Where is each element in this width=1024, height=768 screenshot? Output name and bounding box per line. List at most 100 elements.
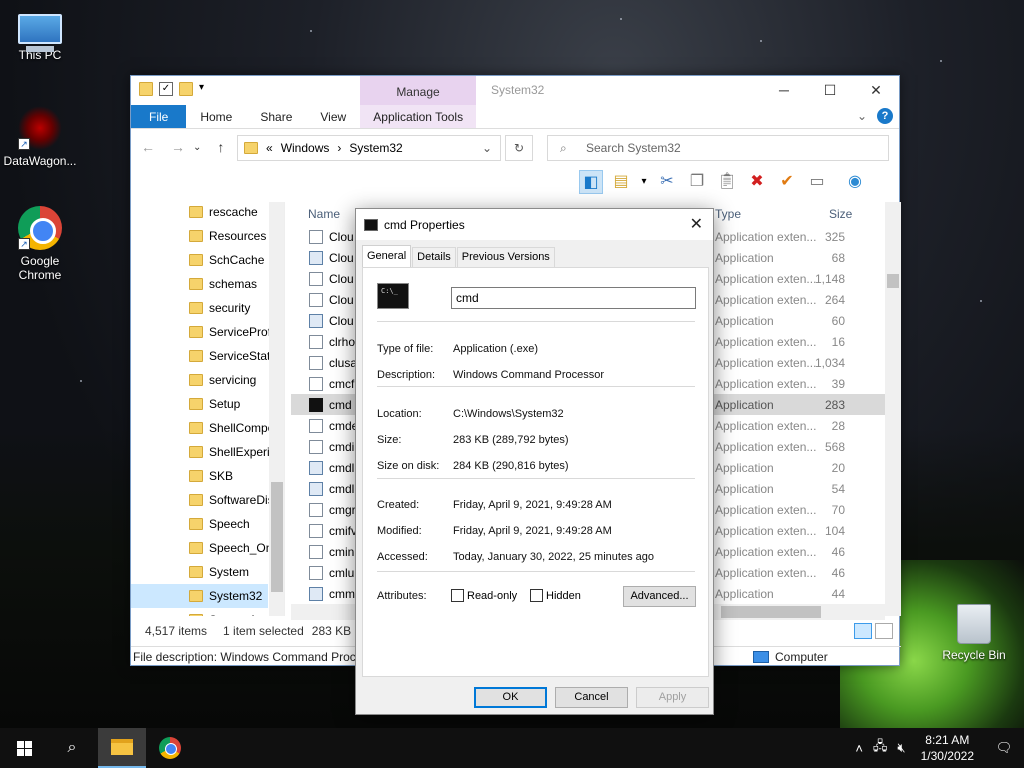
vertical-scrollbar-thumb[interactable] (887, 274, 899, 288)
search-button[interactable]: ⌕ (48, 728, 96, 768)
breadcrumb-system32[interactable]: System32 (349, 141, 402, 155)
column-type[interactable]: Type (715, 202, 829, 226)
tab-home[interactable]: Home (186, 105, 246, 128)
nav-item[interactable]: Speech_One (131, 536, 279, 560)
forward-arrow-icon[interactable]: → (171, 139, 185, 155)
new-item-dropdown-icon[interactable]: ▾ (639, 170, 649, 194)
checkbox-box[interactable] (451, 589, 464, 602)
preview-pane-icon[interactable]: ◧ (579, 170, 603, 194)
tab-file[interactable]: File (131, 105, 187, 128)
nav-item[interactable]: SchCache (131, 248, 268, 272)
nav-item[interactable]: System (131, 560, 268, 584)
dialog-close-icon[interactable]: ✕ (690, 214, 703, 234)
details-view-icon[interactable] (854, 623, 872, 639)
hidden-checkbox[interactable]: Hidden (530, 589, 581, 602)
nav-item-label: Resources (209, 229, 267, 243)
readonly-checkbox[interactable]: Read-only (451, 589, 517, 602)
up-arrow-icon[interactable]: ↑ (217, 139, 224, 155)
refresh-button[interactable]: ↻ (505, 135, 533, 161)
nav-item[interactable]: SystemApps (131, 608, 276, 616)
tab-previous-versions[interactable]: Previous Versions (456, 247, 555, 267)
nav-item[interactable]: rescache (131, 202, 268, 224)
network-icon[interactable]: 🖧︎ (868, 737, 893, 759)
nav-item[interactable]: servicing (131, 368, 268, 392)
tab-details[interactable]: Details (412, 247, 456, 267)
nav-item[interactable]: ServiceProfi (131, 320, 274, 344)
breadcrumb-overflow[interactable]: « (266, 141, 273, 155)
this-pc-icon (18, 14, 62, 52)
properties-icon[interactable]: ▭ (805, 170, 829, 194)
navigation-pane: rescache Resources SchCache schemas security… (131, 202, 285, 616)
tab-general[interactable]: General (362, 245, 412, 267)
folder-icon (189, 302, 203, 314)
nav-item[interactable]: Setup (131, 392, 268, 416)
nav-scrollbar-thumb[interactable] (271, 482, 283, 592)
nav-item[interactable]: System32 (131, 584, 268, 608)
large-icons-view-icon[interactable] (875, 623, 893, 639)
start-button[interactable] (0, 728, 48, 768)
delete-icon[interactable]: ✖ (745, 170, 769, 194)
search-icon: ⌕ (560, 141, 567, 155)
tab-share[interactable]: Share (246, 105, 306, 128)
nav-item[interactable]: security (131, 296, 268, 320)
nav-item[interactable]: Resources (131, 224, 268, 248)
nav-scrollbar[interactable] (269, 202, 284, 616)
ok-button[interactable]: OK (474, 687, 547, 708)
nav-item[interactable]: ShellCompo (131, 416, 274, 440)
options-globe-icon[interactable]: ◉ (843, 170, 867, 194)
breadcrumb-windows[interactable]: Windows (281, 141, 330, 155)
taskbar: ⌕ ˄ 🖧︎ 🔇︎ 8:21 AM 1/30/2022 🗨︎ (0, 728, 1024, 768)
new-folder-icon[interactable] (179, 82, 193, 96)
desktop-icon-google-chrome[interactable]: ↗ Google Chrome (0, 206, 80, 282)
horizontal-scrollbar-thumb[interactable] (721, 606, 821, 618)
nav-item[interactable]: SKB (131, 464, 268, 488)
tab-application-tools[interactable]: Application Tools (360, 105, 477, 128)
close-button[interactable]: ✕ (853, 76, 899, 105)
taskbar-chrome[interactable] (146, 728, 194, 768)
system-tray: ˄ 🖧︎ 🔇︎ 8:21 AM 1/30/2022 🗨︎ (850, 728, 1024, 768)
address-dropdown-icon[interactable]: ⌄ (482, 141, 492, 155)
new-item-icon[interactable]: ▤ (609, 170, 633, 194)
expand-ribbon-icon[interactable]: ⌄ (857, 109, 867, 123)
minimize-button[interactable]: ─ (761, 76, 807, 105)
customize-qat-icon[interactable]: ▾ (199, 82, 213, 96)
nav-item[interactable]: ShellExperie (131, 440, 276, 464)
checkbox-box[interactable] (530, 589, 543, 602)
help-icon[interactable]: ? (877, 108, 893, 124)
apply-button[interactable]: Apply (636, 687, 709, 708)
address-bar[interactable]: « Windows › System32 ⌄ (237, 135, 501, 161)
nav-item[interactable]: SoftwareDis (131, 488, 274, 512)
desktop-icon-label: Recycle Bin (942, 648, 1006, 662)
dialog-titlebar: cmd Properties ✕ (356, 209, 713, 240)
rename-check-icon[interactable]: ✔ (775, 170, 799, 194)
maximize-button[interactable]: ☐ (807, 76, 853, 105)
cancel-button[interactable]: Cancel (555, 687, 628, 708)
desktop-icon-this-pc[interactable]: This PC (0, 8, 80, 62)
taskbar-file-explorer[interactable] (98, 728, 146, 768)
recent-locations-icon[interactable]: ⌄ (193, 142, 201, 155)
nav-item[interactable]: schemas (131, 272, 268, 296)
properties-check-icon[interactable]: ✓ (159, 82, 173, 96)
desktop-icon-datawagon[interactable]: ↗ DataWagon... (0, 106, 80, 168)
manage-context-tab[interactable]: Manage (360, 76, 476, 105)
file-size: 70 (831, 502, 845, 517)
nav-item[interactable]: Speech (131, 512, 268, 536)
file-size: 20 (831, 460, 845, 475)
nav-item[interactable]: ServiceState (131, 344, 277, 368)
folder-icon[interactable] (139, 82, 153, 96)
desktop-icon-recycle-bin[interactable]: Recycle Bin (934, 604, 1014, 662)
file-name-field[interactable]: cmd (451, 287, 696, 309)
action-center-icon[interactable]: 🗨︎ (984, 740, 1024, 756)
search-input[interactable]: ⌕ Search System32 (547, 135, 889, 161)
tab-view[interactable]: View (306, 105, 360, 128)
cut-icon[interactable]: ✂ (655, 170, 679, 194)
clock[interactable]: 8:21 AM 1/30/2022 (911, 732, 984, 764)
back-arrow-icon[interactable]: ← (141, 139, 155, 155)
volume-muted-icon[interactable]: 🔇︎ (892, 740, 910, 756)
advanced-button[interactable]: Advanced... (623, 586, 696, 607)
file-list-vertical-scrollbar[interactable] (885, 202, 901, 616)
paste-icon[interactable]: 📋︎ (715, 170, 739, 194)
copy-icon[interactable]: ❐ (685, 170, 709, 194)
column-size[interactable]: Size (829, 202, 852, 226)
show-hidden-icons-icon[interactable]: ˄ (850, 741, 868, 756)
